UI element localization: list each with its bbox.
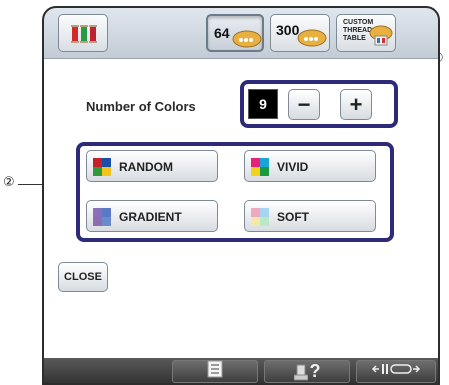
callout-2-label: ② bbox=[3, 175, 15, 190]
thread-spools-icon bbox=[71, 23, 97, 50]
swatch-cell bbox=[102, 217, 111, 226]
tab-thread-spools[interactable] bbox=[58, 14, 108, 52]
bottom-toolbar: ? bbox=[44, 358, 438, 383]
random-swatch-icon bbox=[93, 158, 111, 176]
swatch-cell bbox=[251, 167, 260, 176]
checklist-icon bbox=[207, 360, 223, 383]
swatch-cell bbox=[251, 217, 260, 226]
soft-swatch-icon bbox=[251, 208, 269, 226]
random-mode-button[interactable]: RANDOM bbox=[86, 150, 218, 182]
tab-300-colors[interactable]: 300 bbox=[270, 14, 330, 52]
tab-64-colors[interactable]: 64 bbox=[206, 14, 264, 52]
machine-help-icon: ? bbox=[293, 361, 321, 382]
frame-move-button[interactable] bbox=[356, 360, 436, 383]
vivid-mode-label: VIVID bbox=[277, 160, 309, 174]
swatch-cell bbox=[260, 167, 269, 176]
palette-icon bbox=[297, 29, 327, 52]
decrease-colors-button[interactable]: − bbox=[288, 89, 320, 120]
tab-bar: 64 300 CUSTOM THREAD TABLE bbox=[44, 8, 438, 58]
tab-64-label: 64 bbox=[214, 25, 230, 41]
close-button[interactable]: CLOSE bbox=[58, 262, 108, 292]
swatch-cell bbox=[93, 167, 102, 176]
thread-color-dialog: 64 300 CUSTOM THREAD TABLE Number of Col… bbox=[42, 6, 440, 385]
checklist-button[interactable] bbox=[172, 360, 258, 383]
swatch-cell bbox=[93, 217, 102, 226]
help-button[interactable]: ? bbox=[264, 360, 350, 383]
swatch-cell bbox=[260, 158, 269, 167]
tab-300-label: 300 bbox=[276, 22, 300, 38]
vivid-mode-button[interactable]: VIVID bbox=[244, 150, 376, 182]
frame-move-icon bbox=[371, 362, 421, 381]
palette-icon bbox=[232, 30, 262, 53]
swatch-cell bbox=[251, 158, 260, 167]
gradient-swatch-icon bbox=[93, 208, 111, 226]
swatch-cell bbox=[260, 208, 269, 217]
swatch-cell bbox=[93, 208, 102, 217]
increase-colors-button[interactable]: + bbox=[340, 89, 372, 120]
number-of-colors-label: Number of Colors bbox=[86, 99, 196, 114]
tab-custom-thread-table[interactable]: CUSTOM THREAD TABLE bbox=[336, 14, 396, 52]
vivid-swatch-icon bbox=[251, 158, 269, 176]
swatch-cell bbox=[102, 167, 111, 176]
swatch-cell bbox=[102, 208, 111, 217]
swatch-cell bbox=[251, 208, 260, 217]
gradient-mode-label: GRADIENT bbox=[119, 210, 182, 224]
soft-mode-button[interactable]: SOFT bbox=[244, 200, 376, 232]
gradient-mode-button[interactable]: GRADIENT bbox=[86, 200, 218, 232]
random-mode-label: RANDOM bbox=[119, 160, 173, 174]
custom-thread-icon bbox=[369, 23, 393, 52]
swatch-cell bbox=[102, 158, 111, 167]
swatch-cell bbox=[93, 158, 102, 167]
swatch-cell bbox=[260, 217, 269, 226]
help-label: ? bbox=[309, 361, 321, 381]
soft-mode-label: SOFT bbox=[277, 210, 309, 224]
number-of-colors-value: 9 bbox=[248, 89, 278, 119]
